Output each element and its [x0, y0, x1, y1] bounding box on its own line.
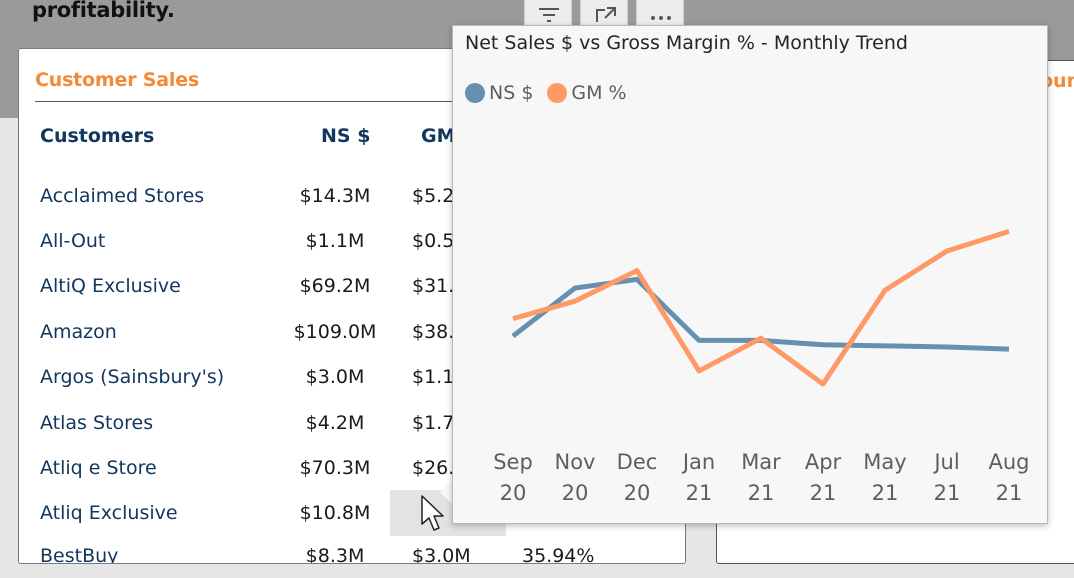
x-tick-year: 21 — [810, 481, 837, 505]
x-tick-month: Jan — [681, 450, 715, 474]
x-tick-year: 21 — [686, 481, 713, 505]
customer-name: All-Out — [40, 230, 106, 252]
column-header-ns[interactable]: NS $ — [321, 125, 370, 147]
gm-value: $31. — [412, 275, 455, 297]
customer-name: Amazon — [40, 321, 117, 343]
gm-value: $1.1 — [412, 366, 455, 388]
legend-dot-gm — [547, 83, 568, 103]
x-tick-month: Mar — [741, 450, 781, 474]
legend-dot-ns — [465, 83, 485, 103]
gm-value: $5.2 — [412, 185, 455, 207]
x-tick-month: Dec — [617, 450, 658, 474]
gm-value: $3.0M — [412, 545, 471, 564]
tooltip-title: Net Sales $ vs Gross Margin % - Monthly … — [465, 32, 908, 54]
customer-name: Argos (Sainsbury's) — [40, 366, 225, 388]
legend-item-ns: NS $ — [465, 82, 533, 104]
customer-name: Atliq e Store — [40, 457, 157, 479]
ns-value: $70.3M — [299, 457, 371, 479]
column-header-customers[interactable]: Customers — [40, 125, 154, 147]
ns-value: $10.8M — [299, 502, 371, 524]
ns-value: $8.3M — [305, 545, 365, 564]
ns-value: $1.1M — [305, 230, 365, 252]
x-tick-year: 21 — [872, 481, 899, 505]
x-tick-year: 21 — [748, 481, 775, 505]
gm-value: $38. — [412, 321, 455, 343]
customer-name: BestBuy — [40, 545, 119, 564]
column-header-gm[interactable]: GM — [421, 125, 456, 147]
x-tick-year: 20 — [624, 481, 651, 505]
gm-percent-value: 35.94% — [522, 545, 595, 564]
mouse-pointer-icon — [421, 495, 444, 531]
gm-value: $1.7 — [412, 412, 455, 434]
customer-name: Atliq Exclusive — [40, 502, 178, 524]
ns-value: $4.2M — [305, 412, 365, 434]
filter-icon — [539, 8, 559, 22]
chart-tooltip: Sep 20 Nov 20 Dec 20 Jan 21 Mar 21 Apr 21 May 21 Jul 21… — [452, 25, 1048, 524]
gm-value: $26. — [412, 457, 455, 479]
x-tick-month: Sep — [493, 450, 533, 474]
table-row[interactable]: BestBuy $8.3M $3.0M 35.94% — [19, 545, 685, 564]
x-tick-year: 20 — [500, 481, 527, 505]
ns-value: $3.0M — [305, 366, 365, 388]
customer-name: Acclaimed Stores — [40, 185, 205, 207]
ns-value: $14.3M — [299, 185, 371, 207]
x-tick-year: 21 — [996, 481, 1023, 505]
x-tick-month: Apr — [805, 450, 842, 474]
chart-legend: NS $ GM % — [465, 82, 641, 104]
ns-value: $69.2M — [299, 275, 371, 297]
legend-label-ns: NS $ — [489, 82, 534, 104]
x-tick-month: Aug — [988, 450, 1029, 474]
x-tick-month: Nov — [555, 450, 596, 474]
customer-name: Atlas Stores — [40, 412, 154, 434]
x-tick-month: May — [863, 450, 906, 474]
x-tick-month: Jul — [932, 450, 959, 474]
gm-value: $0.5 — [412, 230, 455, 252]
more-options-icon — [651, 16, 671, 20]
legend-label-gm: GM % — [571, 82, 627, 104]
card-title: Customer Sales — [35, 69, 199, 91]
focus-mode-icon — [596, 7, 616, 22]
page-heading: profitability. — [32, 0, 175, 22]
legend-item-gm: GM % — [547, 82, 627, 104]
x-tick-year: 21 — [934, 481, 961, 505]
x-tick-year: 20 — [562, 481, 589, 505]
series-line-gm — [512, 229, 1010, 387]
customer-name: AltiQ Exclusive — [40, 275, 181, 297]
ns-value: $109.0M — [293, 321, 377, 343]
